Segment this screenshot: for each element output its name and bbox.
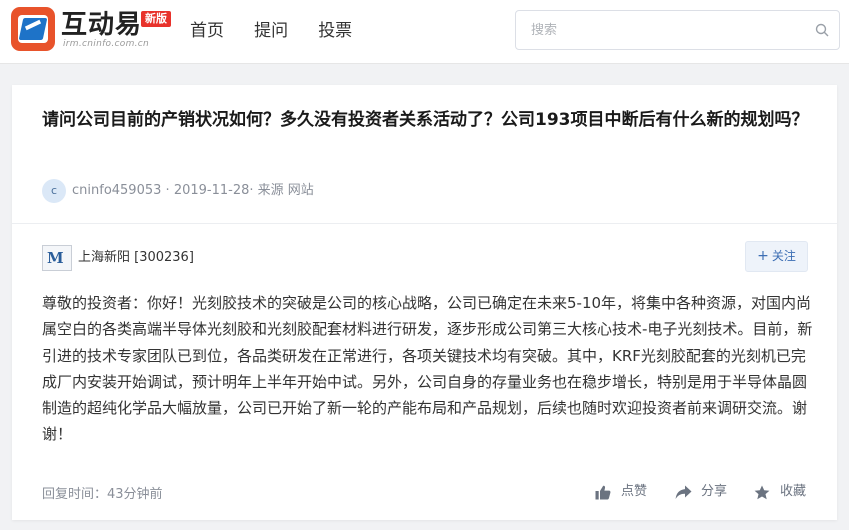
divider	[12, 223, 837, 224]
question-source: 来源 网站	[257, 183, 314, 198]
search-box	[515, 10, 840, 50]
logo-name: 互动易	[61, 10, 143, 40]
avatar[interactable]: c	[42, 179, 66, 203]
search-input[interactable]	[516, 11, 806, 49]
follow-label: 关注	[771, 249, 796, 263]
company-name[interactable]: 上海新阳 [300236]	[78, 249, 194, 267]
favorite-label: 收藏	[780, 484, 807, 499]
company-logo[interactable]: M	[42, 245, 72, 271]
search-icon[interactable]	[815, 23, 829, 37]
top-header: 互动易 irm.cninfo.com.cn 新版 首页 提问 投票	[0, 0, 849, 64]
thumbs-up-icon	[595, 485, 611, 500]
star-icon	[754, 485, 770, 500]
site-logo[interactable]: 互动易 irm.cninfo.com.cn 新版	[11, 7, 176, 53]
share-icon	[675, 485, 692, 499]
share-label: 分享	[701, 484, 728, 499]
question-date: 2019-11-28	[173, 183, 250, 198]
logo-url: irm.cninfo.com.cn	[63, 39, 150, 49]
question-author[interactable]: cninfo459053	[72, 183, 161, 198]
nav-item-ask[interactable]: 提问	[254, 20, 288, 42]
follow-button[interactable]: + 关注	[745, 241, 808, 272]
main-nav: 首页 提问 投票	[190, 20, 377, 44]
reply-time: 回复时间：43分钟前	[42, 487, 163, 502]
answer-text: 尊敬的投资者：你好！光刻胶技术的突破是公司的核心战略，公司已确定在未来5-10年…	[42, 294, 813, 444]
meta-separator: ·	[161, 183, 174, 198]
nav-item-home[interactable]: 首页	[190, 20, 224, 42]
plus-icon: +	[757, 248, 769, 264]
logo-mark-icon	[11, 7, 55, 51]
new-version-badge: 新版	[141, 11, 171, 27]
qa-card: 请问公司目前的产销状况如何？多久没有投资者关系活动了？公司193项目中断后有什么…	[12, 85, 837, 520]
meta-separator: ·	[249, 183, 258, 198]
like-label: 点赞	[621, 484, 648, 499]
answer-footer: 回复时间：43分钟前 点赞 分享 收藏	[42, 482, 812, 502]
nav-item-vote[interactable]: 投票	[318, 20, 352, 42]
question-title[interactable]: 请问公司目前的产销状况如何？多久没有投资者关系活动了？公司193项目中断后有什么…	[42, 106, 812, 134]
